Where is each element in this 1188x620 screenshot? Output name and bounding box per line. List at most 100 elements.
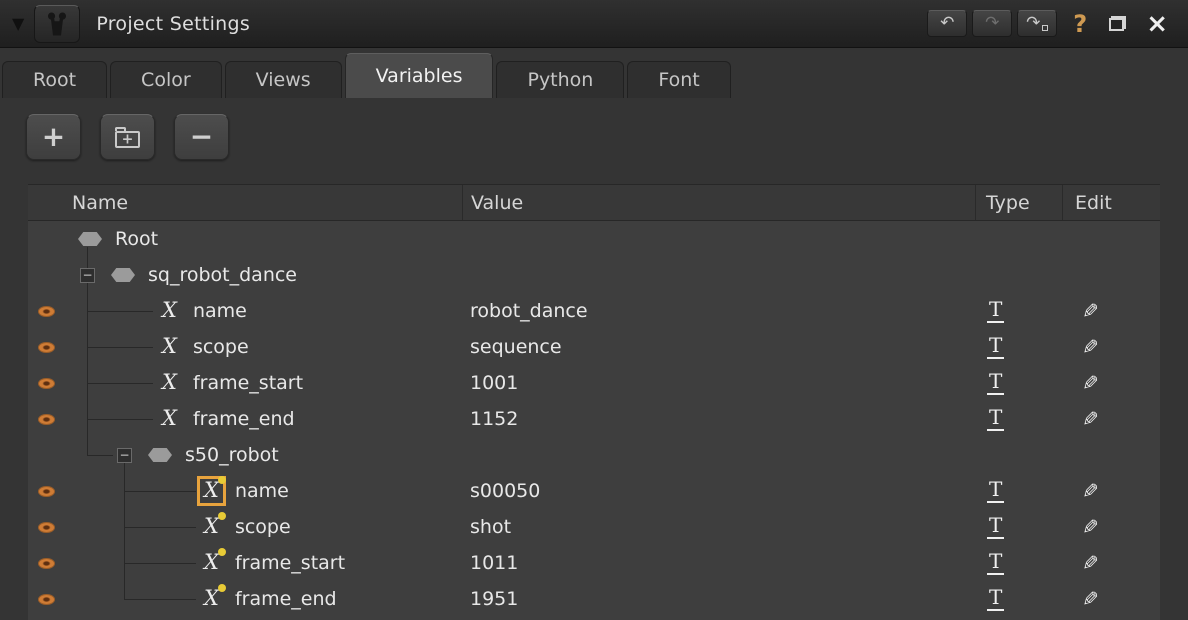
tab-root[interactable]: Root xyxy=(2,61,107,98)
panel-collapse-triangle-icon[interactable]: ▼ xyxy=(12,14,24,33)
edit-pencil-icon[interactable]: ✎ xyxy=(1082,551,1099,575)
row-label: s50_robot xyxy=(185,444,279,466)
float-panel-icon[interactable] xyxy=(1109,16,1126,31)
value-cell: shot xyxy=(462,509,975,545)
undo-button[interactable]: ↶ xyxy=(927,10,967,37)
group-icon xyxy=(78,232,102,246)
edit-pencil-icon[interactable]: ✎ xyxy=(1082,587,1099,611)
edit-pencil-icon[interactable]: ✎ xyxy=(1082,407,1099,431)
eye-visibility-icon[interactable] xyxy=(38,486,55,497)
remove-variable-button[interactable]: − xyxy=(174,114,229,160)
tab-color[interactable]: Color xyxy=(110,61,222,98)
table-row[interactable]: Xnames00050T✎ xyxy=(28,473,1160,509)
tree-branch-line xyxy=(87,383,153,384)
eye-visibility-icon[interactable] xyxy=(38,342,55,353)
edit-pencil-icon[interactable]: ✎ xyxy=(1082,515,1099,539)
table-row[interactable]: Xnamerobot_danceT✎ xyxy=(28,293,1160,329)
type-cell: T xyxy=(975,365,1062,401)
variable-icon-box: X xyxy=(200,587,223,611)
table-row[interactable]: XscopesequenceT✎ xyxy=(28,329,1160,365)
string-type-icon[interactable]: T xyxy=(987,407,1004,431)
add-group-button[interactable]: + xyxy=(100,114,155,160)
eye-visibility-icon[interactable] xyxy=(38,558,55,569)
edit-column-header: Edit xyxy=(1062,185,1160,220)
row-label: scope xyxy=(193,336,249,358)
table-row[interactable]: − s50_robot xyxy=(28,437,1160,473)
revert-box-icon xyxy=(1042,25,1048,31)
string-type-icon[interactable]: T xyxy=(987,479,1004,503)
table-row[interactable]: Xframe_start1001T✎ xyxy=(28,365,1160,401)
row-name-group: Xframe_end xyxy=(158,407,295,431)
edit-pencil-icon[interactable]: ✎ xyxy=(1082,479,1099,503)
revert-button[interactable]: ↷ xyxy=(1017,10,1057,37)
table-row[interactable]: XscopeshotT✎ xyxy=(28,509,1160,545)
tab-variables[interactable]: Variables xyxy=(345,53,494,98)
edit-pencil-icon[interactable]: ✎ xyxy=(1082,335,1099,359)
eye-cell xyxy=(28,293,64,329)
type-column-header: Type xyxy=(975,185,1062,220)
tab-views[interactable]: Views xyxy=(225,61,342,98)
string-type-icon[interactable]: T xyxy=(987,335,1004,359)
variable-x-icon: X xyxy=(162,334,177,358)
tree-branch-line xyxy=(124,563,196,564)
value-cell: robot_dance xyxy=(462,293,975,329)
variable-x-icon: X xyxy=(204,550,219,574)
eye-visibility-icon[interactable] xyxy=(38,522,55,533)
type-cell: T xyxy=(975,545,1062,581)
table-row[interactable]: Xframe_start 1011 T ✎ xyxy=(28,545,1160,581)
string-type-icon[interactable]: T xyxy=(987,587,1004,611)
eye-visibility-icon[interactable] xyxy=(38,378,55,389)
string-type-icon[interactable]: T xyxy=(987,551,1004,575)
value-cell xyxy=(462,257,975,293)
tab-bar: Root Color Views Variables Python Font xyxy=(0,48,1188,98)
table-row[interactable]: Xframe_end 1152 T ✎ xyxy=(28,401,1160,437)
value-cell: 1001 xyxy=(462,365,975,401)
wrench-icon xyxy=(45,11,69,37)
revert-arrow-icon: ↷ xyxy=(1026,15,1040,32)
name-cell: Xframe_end xyxy=(64,401,462,437)
tree-collapse-toggle[interactable]: − xyxy=(80,268,95,283)
type-cell: T xyxy=(975,329,1062,365)
tree-collapse-toggle[interactable]: − xyxy=(117,448,132,463)
eye-visibility-icon[interactable] xyxy=(38,414,55,425)
folder-plus-icon: + xyxy=(115,131,140,148)
redo-button[interactable]: ↷ xyxy=(972,10,1012,37)
row-label: name xyxy=(193,300,247,322)
eye-visibility-icon[interactable] xyxy=(38,306,55,317)
help-button[interactable]: ? xyxy=(1073,10,1087,38)
highlighted-variable-icon-box: X xyxy=(200,479,223,503)
edit-cell: ✎ xyxy=(1062,545,1160,581)
tree-branch-line xyxy=(87,419,153,420)
edit-cell: ✎ xyxy=(1062,401,1160,437)
string-type-icon[interactable]: T xyxy=(987,299,1004,323)
eye-visibility-icon[interactable] xyxy=(38,594,55,605)
value-cell: 1011 xyxy=(462,545,975,581)
name-cell: −sq_robot_dance xyxy=(64,257,462,293)
value-text: s00050 xyxy=(470,480,540,502)
close-button[interactable]: × xyxy=(1146,11,1168,37)
type-cell xyxy=(975,221,1062,257)
table-row[interactable]: Root xyxy=(28,221,1160,257)
variables-toolbar: + + − xyxy=(26,114,229,160)
properties-button[interactable] xyxy=(34,5,80,43)
row-name-group: Xframe_start xyxy=(200,551,345,575)
tab-font[interactable]: Font xyxy=(627,61,730,98)
edit-pencil-icon[interactable]: ✎ xyxy=(1082,371,1099,395)
name-cell: Root xyxy=(64,221,462,257)
table-row[interactable]: Xframe_end1951T✎ xyxy=(28,581,1160,617)
tree-vertical-line xyxy=(87,283,88,455)
edit-pencil-icon[interactable]: ✎ xyxy=(1082,299,1099,323)
add-variable-button[interactable]: + xyxy=(26,114,81,160)
value-text: 1152 xyxy=(470,408,518,430)
project-settings-window: ▼ Project Settings ↶ ↷ ↷ ? × Root Color … xyxy=(0,0,1188,620)
eye-cell xyxy=(28,329,64,365)
string-type-icon[interactable]: T xyxy=(987,515,1004,539)
string-type-icon[interactable]: T xyxy=(987,371,1004,395)
tree-branch-line xyxy=(124,527,196,528)
table-row[interactable]: −sq_robot_dance xyxy=(28,257,1160,293)
variable-icon-box: X xyxy=(158,335,181,359)
variables-table: Name Value Type Edit Root−sq_robot_dance… xyxy=(28,184,1160,620)
tab-python[interactable]: Python xyxy=(496,61,624,98)
history-button-group: ↶ ↷ ↷ xyxy=(927,10,1057,37)
variable-x-icon: X xyxy=(162,406,177,430)
